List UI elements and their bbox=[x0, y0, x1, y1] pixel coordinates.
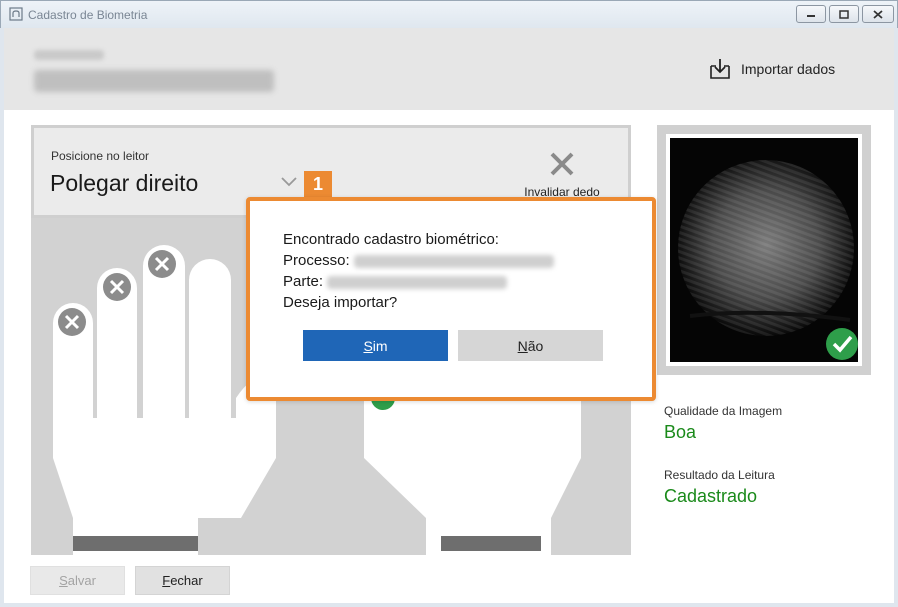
import-confirm-dialog: Encontrado cadastro biométrico: Processo… bbox=[246, 197, 656, 401]
maximize-icon bbox=[839, 9, 849, 19]
finger-invalid-x-icon[interactable] bbox=[148, 250, 176, 278]
party-label: Parte: bbox=[283, 273, 324, 290]
current-finger: Polegar direito bbox=[50, 170, 199, 196]
right-hand bbox=[346, 384, 581, 555]
close-window-button[interactable] bbox=[862, 5, 894, 23]
process-label: Processo: bbox=[283, 252, 350, 269]
redacted-subtitle bbox=[34, 50, 104, 60]
import-tray-icon bbox=[710, 59, 730, 79]
dialog-question: Deseja importar? bbox=[283, 294, 398, 311]
fingerprint-image bbox=[670, 138, 858, 362]
step-badge: 1 bbox=[304, 171, 332, 197]
checkmark-icon bbox=[826, 328, 858, 360]
invalidate-finger-button[interactable]: Invalidar dedo bbox=[512, 151, 612, 199]
left-hand bbox=[53, 245, 276, 555]
dialog-process-line: Processo: bbox=[283, 252, 554, 269]
close-button[interactable]: Fechar bbox=[135, 566, 230, 595]
chevron-down-icon[interactable] bbox=[280, 176, 298, 188]
import-data-label: Importar dados bbox=[741, 61, 836, 77]
header-band: Importar dados bbox=[4, 28, 894, 110]
no-button[interactable]: Não bbox=[458, 330, 603, 361]
redacted-party-name bbox=[327, 275, 508, 289]
minimize-button[interactable] bbox=[796, 5, 826, 23]
window-title: Cadastro de Biometria bbox=[28, 8, 148, 22]
reading-result-value: Cadastrado bbox=[664, 486, 758, 506]
fingerprint-preview-frame bbox=[657, 125, 871, 375]
dialog-party-line: Parte: bbox=[283, 273, 508, 290]
x-icon bbox=[550, 152, 574, 176]
close-icon bbox=[873, 9, 883, 19]
minimize-icon bbox=[807, 15, 815, 17]
app-icon bbox=[9, 7, 23, 21]
yes-button[interactable]: Sim bbox=[303, 330, 448, 361]
redacted-process-number bbox=[353, 254, 554, 268]
redacted-person-name bbox=[34, 70, 274, 92]
fingerprint-preview bbox=[666, 134, 862, 366]
reading-result-label: Resultado da Leitura bbox=[664, 468, 775, 482]
image-quality-label: Qualidade da Imagem bbox=[664, 404, 783, 418]
finger-invalid-x-icon[interactable] bbox=[103, 273, 131, 301]
dialog-message: Encontrado cadastro biométrico: bbox=[283, 231, 499, 248]
image-quality-value: Boa bbox=[664, 422, 697, 442]
finger-invalid-x-icon[interactable] bbox=[58, 308, 86, 336]
instruction-label: Posicione no leitor bbox=[51, 149, 150, 163]
maximize-button[interactable] bbox=[829, 5, 859, 23]
save-button[interactable]: Salvar bbox=[30, 566, 125, 595]
window-titlebar: Cadastro de Biometria bbox=[0, 0, 898, 28]
import-data-button[interactable]: Importar dados bbox=[708, 58, 835, 80]
